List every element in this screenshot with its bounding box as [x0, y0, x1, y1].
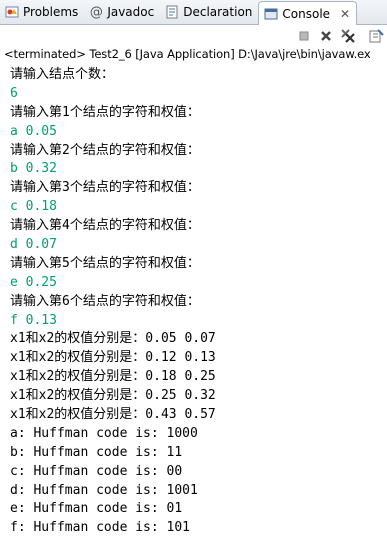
- console-output-line: x1和x2的权值分别是：0.25 0.32: [10, 388, 216, 404]
- console-options-icon[interactable]: [368, 28, 384, 44]
- console-output-line: x1和x2的权值分别是：0.12 0.13: [10, 350, 216, 366]
- declaration-icon: [165, 5, 179, 19]
- console-output-line: e: Huffman code is: 01: [10, 501, 183, 517]
- tab-label: Javadoc: [107, 5, 155, 19]
- tab-problems[interactable]: Problems: [0, 0, 84, 24]
- console-input-line: b 0.32: [10, 161, 57, 177]
- console-output-line: x1和x2的权值分别是：0.05 0.07: [10, 331, 216, 347]
- console-input-line: e 0.25: [10, 274, 57, 290]
- close-icon[interactable]: ✕: [340, 7, 350, 21]
- console-input-line: f 0.13: [10, 312, 57, 328]
- console-output-line: 请输入第3个结点的字符和权值：: [10, 180, 200, 196]
- console-output-line: 请输入第6个结点的字符和权值：: [10, 293, 200, 309]
- problems-icon: [5, 5, 19, 19]
- console-input-line: 6: [10, 85, 18, 101]
- console-output-line: 请输入第4个结点的字符和权值：: [10, 218, 200, 234]
- console-output-line: d: Huffman code is: 1001: [10, 482, 198, 498]
- console-output-line: x1和x2的权值分别是：0.43 0.57: [10, 407, 216, 423]
- console-input-line: c 0.18: [10, 199, 57, 215]
- tab-label: Console: [282, 6, 331, 21]
- tab-label: Declaration: [183, 5, 253, 19]
- tab-declaration[interactable]: Declaration: [160, 0, 258, 24]
- console-output-line: f: Huffman code is: 101: [10, 520, 191, 536]
- terminate-icon[interactable]: [296, 28, 312, 44]
- tab-console[interactable]: Console ✕: [258, 1, 358, 25]
- console-input-line: a 0.05: [10, 123, 57, 139]
- console-icon: [264, 7, 278, 21]
- launch-status-label: <terminated> Test2_6 [Java Application] …: [4, 47, 371, 61]
- tab-label: Problems: [23, 5, 79, 19]
- console-output-line: 请输入第1个结点的字符和权值：: [10, 104, 200, 120]
- at-icon: @: [89, 4, 103, 20]
- console-output-line: 请输入第2个结点的字符和权值：: [10, 142, 200, 158]
- tab-javadoc[interactable]: @ Javadoc: [84, 0, 160, 24]
- console-output-line: 请输入第5个结点的字符和权值：: [10, 255, 200, 271]
- console-toolbar: [0, 25, 387, 47]
- remove-all-terminated-icon[interactable]: [340, 28, 356, 44]
- remove-launch-icon[interactable]: [318, 28, 334, 44]
- console-output-line: x1和x2的权值分别是：0.18 0.25: [10, 369, 216, 385]
- view-tab-bar: Problems @ Javadoc Declaration Console ✕: [0, 0, 387, 25]
- console-output-line: c: Huffman code is: 00: [10, 463, 183, 479]
- console-output-line: a: Huffman code is: 1000: [10, 425, 198, 441]
- console-output-line: 请输入结点个数：: [10, 67, 115, 82]
- console-output-line: b: Huffman code is: 11: [10, 444, 183, 460]
- console-input-line: d 0.07: [10, 237, 57, 253]
- console-output[interactable]: 请输入结点个数： 6 请输入第1个结点的字符和权值： a 0.05 请输入第2个结点的字…: [10, 66, 387, 538]
